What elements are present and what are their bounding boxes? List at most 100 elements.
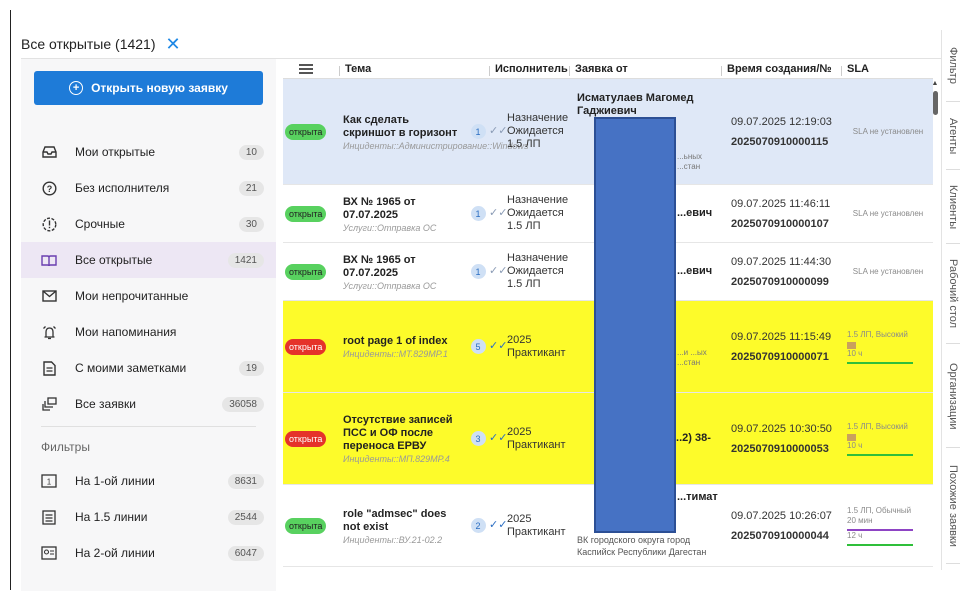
column-header-topic[interactable]: Тема [339, 63, 467, 76]
tab-label: Агенты [947, 117, 959, 155]
created-time: 09.07.2025 11:15:49 [731, 330, 832, 343]
ticket-category: Инциденты::МП.829МР.4 [343, 454, 450, 464]
topic-cell[interactable]: Отсутствие записей ПСС и ОФ после перено… [339, 393, 467, 484]
sidebar-item-all-tickets[interactable]: Все заявки 36058 [21, 386, 276, 422]
sidebar-item-unassigned[interactable]: ? Без исполнителя 21 [21, 170, 276, 206]
column-header-sla[interactable]: SLA [841, 63, 929, 76]
sidebar-filter-line-1[interactable]: 1 На 1-ой линии 8631 [21, 463, 276, 499]
time-cell: 09.07.2025 11:46:11 2025070910000107 [721, 185, 841, 242]
scroll-up-icon[interactable]: ▲ [930, 80, 940, 87]
sla-text: 1.5 ЛП, Обычный [847, 505, 912, 515]
column-header-executor[interactable]: Исполнитель [489, 63, 569, 76]
sidebar-item-label: На 1-ой линии [75, 474, 155, 488]
inbox-icon [41, 144, 57, 160]
status-badge: открыта [285, 263, 327, 280]
sidebar-item-label: Все открытые [75, 253, 153, 267]
column-header-time[interactable]: Время создания/№ [721, 63, 841, 76]
menu-icon [299, 63, 313, 74]
sidebar-item-label: На 1.5 линии [75, 510, 148, 524]
executor-cell: ✓✓ Назначение Ожидается 1.5 ЛП [489, 185, 569, 242]
ticket-title: ВХ № 1965 от 07.07.2025 [343, 253, 416, 279]
app-root: Все открытые (1421) ✕ + Открыть новую за… [0, 0, 963, 591]
topic-cell[interactable]: ВХ № 1965 от 07.07.2025 Услуги::Отправка… [339, 185, 467, 242]
view-tab[interactable]: Все открытые (1421) ✕ [21, 30, 181, 58]
sla-progress-bar [847, 453, 913, 456]
sidebar-item-all-open[interactable]: Все открытые 1421 [21, 242, 276, 278]
tab-organizations[interactable]: Организации [942, 350, 963, 448]
close-icon[interactable]: ✕ [166, 35, 181, 53]
ticket-category: Услуги::Отправка ОС [343, 280, 437, 291]
tab-agents[interactable]: Агенты [942, 108, 963, 170]
sidebar-filter-line-2[interactable]: На 2-ой линии 6047 [21, 535, 276, 571]
window-edge [10, 10, 11, 590]
article-count-badge: 1 [470, 264, 486, 279]
created-time: 09.07.2025 10:30:50 [731, 422, 832, 435]
sidebar-item-my-open[interactable]: Мои открытые 10 [21, 134, 276, 170]
requester-name: ...2) 38- [673, 432, 711, 444]
status-badge: открыта [285, 205, 327, 222]
sidebar: + Открыть новую заявку Мои открытые 10 ?… [21, 59, 276, 591]
tab-filter[interactable]: Фильтр [942, 34, 963, 102]
ticket-number: 2025070910000107 [731, 217, 829, 230]
article-count-badge: 5 [470, 339, 486, 354]
redaction-overlay [594, 117, 676, 533]
sla-status-icon [847, 341, 856, 349]
topic-cell[interactable]: ВХ № 1965 от 07.07.2025 Услуги::Отправка… [339, 243, 467, 300]
new-ticket-button[interactable]: + Открыть новую заявку [34, 71, 263, 105]
sla-response-time: 20 мин [847, 515, 873, 525]
article-count-badge: 2 [470, 518, 486, 533]
executor-cell: ✓✓ 2025 Практикант [489, 393, 569, 484]
column-header-from[interactable]: Заявка от [569, 63, 721, 76]
status-cell: открыта [283, 393, 339, 484]
status-cell: открыта [283, 185, 339, 242]
time-cell: 09.07.2025 11:15:49 2025070910000071 [721, 301, 841, 392]
sidebar-item-label: На 2-ой линии [75, 546, 155, 560]
tab-similar-tickets[interactable]: Похожие заявки [942, 454, 963, 564]
time-cell: 09.07.2025 10:26:07 2025070910000044 [721, 485, 841, 566]
article-count-cell: 3 [467, 393, 489, 484]
topic-cell[interactable]: root page 1 of index Инциденты::МТ.829МР… [339, 301, 467, 392]
sidebar-filter-line-1-5[interactable]: На 1.5 линии 2544 [21, 499, 276, 535]
tickets-icon [41, 396, 57, 412]
tab-clients[interactable]: Клиенты [942, 176, 963, 244]
ticket-title: ВХ № 1965 от 07.07.2025 [343, 195, 416, 221]
sidebar-item-urgent[interactable]: Срочные 30 [21, 206, 276, 242]
alert-icon [41, 216, 57, 232]
article-count-cell: 5 [467, 301, 489, 392]
sla-progress-bar [847, 361, 913, 364]
sidebar-item-label: Мои напоминания [75, 325, 177, 339]
double-check-icon: ✓✓ [489, 125, 508, 137]
svg-text:?: ? [46, 184, 52, 194]
scroll-thumb[interactable] [932, 91, 938, 115]
requester-name: ...тимат [677, 491, 718, 503]
executor-cell: ✓✓ 2025 Практикант [489, 301, 569, 392]
topic-cell[interactable]: Как сделать скриншот в горизонт Инцидент… [339, 79, 529, 184]
article-count-cell: 1 [467, 79, 489, 184]
created-time: 09.07.2025 12:19:03 [731, 115, 832, 128]
sidebar-item-unread[interactable]: Мои непрочитанные [21, 278, 276, 314]
sla-cell: 1.5 ЛП, Обычный 20 мин 12 ч [841, 485, 929, 566]
executor-text: 2025 Практикант [507, 425, 566, 451]
table-header: Тема Исполнитель Заявка от Время создани… [283, 59, 933, 79]
executor-cell: ✓✓ Назначение Ожидается 1.5 ЛП [489, 243, 569, 300]
topic-cell[interactable]: role "admsec" does not exist Инциденты::… [339, 485, 467, 566]
executor-text: 2025 Практикант [507, 512, 566, 538]
table-scrollbar[interactable]: ▲ [930, 80, 940, 540]
column-menu[interactable] [283, 62, 339, 76]
ticket-number: 2025070910000053 [731, 442, 829, 455]
tab-label: Рабочий стол [947, 259, 959, 329]
count-badge: 21 [238, 180, 264, 196]
book-icon [41, 252, 57, 268]
sidebar-item-with-notes[interactable]: С моими заметками 19 [21, 350, 276, 386]
created-time: 09.07.2025 10:26:07 [731, 509, 832, 522]
sla-remaining: 10 ч [847, 348, 863, 358]
time-cell: 09.07.2025 12:19:03 2025070910000115 [721, 79, 841, 184]
status-cell: открыта [283, 79, 339, 184]
count-badge: 1421 [227, 252, 264, 268]
article-count-badge: 3 [470, 431, 486, 446]
sla-cell: 1.5 ЛП, Высокий 10 ч [841, 393, 929, 484]
tab-label: Клиенты [947, 184, 959, 230]
svg-text:1: 1 [47, 478, 52, 487]
sidebar-item-reminders[interactable]: Мои напоминания [21, 314, 276, 350]
tab-desktop[interactable]: Рабочий стол [942, 250, 963, 344]
